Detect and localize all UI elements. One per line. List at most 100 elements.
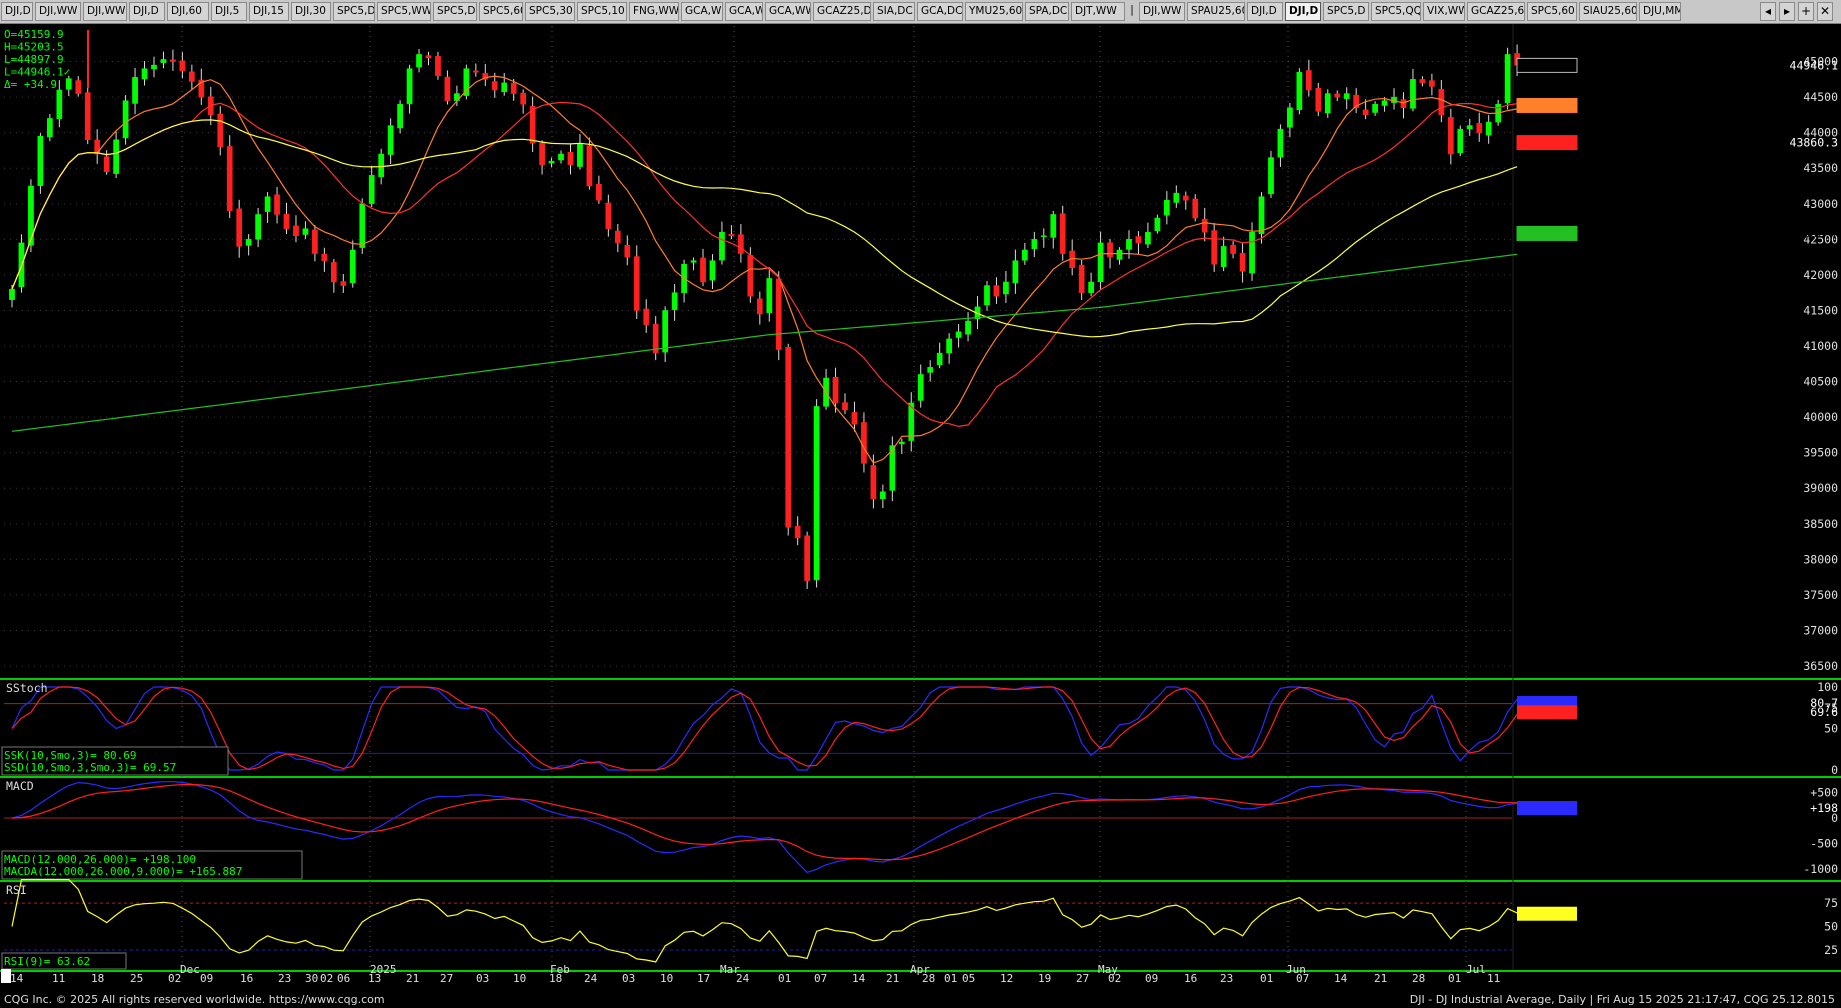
candle-up [1116,249,1123,260]
macd-tick-label: +500 [1810,786,1838,800]
candle-up [378,153,385,178]
price-tick-label: 41500 [1803,303,1838,317]
tab-dji-d-3[interactable]: DJI,D [129,2,165,21]
tab-dji-ww-25[interactable]: DJI,WW [1139,2,1185,21]
candle-up [1031,239,1038,250]
tab-siau25-60-34[interactable]: SIAU25,60 [1579,2,1637,21]
tab-spc5-d-29[interactable]: SPC5,D [1323,2,1369,21]
tab-spc5-60-33[interactable]: SPC5,60 [1527,2,1577,21]
tab-fng-ww-14[interactable]: FNG,WW [629,2,679,21]
candle-down [1230,244,1236,254]
month-label: Dec [180,963,200,976]
candle-up [1012,260,1019,284]
tab-dji-d-28[interactable]: DJI,D [1285,2,1321,21]
price-flag-2 [1516,135,1578,151]
candle-down [321,253,328,261]
tab-spc5-60-11[interactable]: SPC5,60 [479,2,523,21]
candle-down [226,146,233,212]
candle-down [1192,198,1199,219]
tab-sia-dc-19[interactable]: SIA,DC [873,2,915,21]
candle-up [577,143,583,167]
date-tick-label: 30 [305,972,318,985]
stoch-readout-line: SSD(10,Smo,3,Smo,3)= 69.57 [4,761,176,774]
candle-up [132,76,138,104]
tab-djt-ww-23[interactable]: DJT,WW [1071,2,1125,21]
tab-ymu25-60-21[interactable]: YMU25,60 [965,2,1023,21]
candle-down [1239,252,1246,272]
date-tick-label: 11 [52,972,65,985]
tab-dju-mm-35[interactable]: DJU,MM [1639,2,1681,21]
date-tick-label: 03 [622,972,635,985]
tab-dji-ww-2[interactable]: DJI,WW [83,2,127,21]
candle-up [302,228,309,235]
symbol-tab-bar: DJI,D DJI,WW DJI,WW DJI,D DJI,60 DJI,5 DJI,15 D… [0,0,1841,24]
tab-close-button[interactable]: ✕ [1817,2,1833,21]
tab-spc5-10-13[interactable]: SPC5,10 [577,2,627,21]
candle-down [539,142,545,165]
tab-dji-d-27[interactable]: DJI,D [1247,2,1283,21]
tab-spc5-qq-30[interactable]: SPC5,QQ [1371,2,1421,21]
candle-up [1457,128,1464,154]
tab-dji-5-5[interactable]: DJI,5 [211,2,247,21]
tab-dji-ww-1[interactable]: DJI,WW [35,2,81,21]
date-cursor-marker [1,969,11,983]
date-tick-label: 28 [1412,972,1425,985]
tab-spc5-ww-9[interactable]: SPC5,WW [377,2,431,21]
candle-up [463,68,470,96]
candle-up [47,118,53,138]
tab-add-button[interactable]: + [1798,2,1814,21]
price-tick-label: 39500 [1803,446,1838,460]
date-tick-label: 01 [1260,972,1273,985]
candle-up [1040,235,1047,238]
candle-up [719,231,725,261]
tab-gca-dc-20[interactable]: GCA,DC [917,2,963,21]
candle-down [596,183,602,201]
tab-spau25-60-26[interactable]: SPAU25,60 [1187,2,1245,21]
tab-gca-ww-17[interactable]: GCA,WW [765,2,811,21]
tab-prev-button[interactable]: ◂ [1760,2,1776,21]
tab-gcaz25-d-18[interactable]: GCAZ25,D [813,2,871,21]
tab-spa-dc-22[interactable]: SPA,DC [1025,2,1069,21]
tab-spc5-d-10[interactable]: SPC5,D [433,2,477,21]
price-flag-label: 42582.7 [1790,226,1839,240]
tab-dji-d-0[interactable]: DJI,D [1,2,33,21]
month-label: 2025 [370,963,397,976]
tab---24[interactable]: | [1127,2,1137,21]
candle-up [264,196,271,212]
candle-up [671,292,678,310]
tab-gcaz25-60-32[interactable]: GCAZ25,60 [1467,2,1525,21]
candle-up [255,214,261,240]
tab-spc5-d-8[interactable]: SPC5,D [333,2,375,21]
tab-gca-w-15[interactable]: GCA,W [681,2,723,21]
tab-spc5-30-12[interactable]: SPC5,30 [525,2,575,21]
month-label: Jul [1466,963,1486,976]
macd-flag-0 [1517,800,1577,815]
tab-dji-60-4[interactable]: DJI,60 [167,2,209,21]
candle-down [472,70,479,73]
tab-next-button[interactable]: ▸ [1779,2,1795,21]
price-flag-0 [1516,57,1578,73]
candle-up [965,320,971,335]
tab-gca-w-16[interactable]: GCA,W [725,2,763,21]
candle-down [794,525,801,539]
candle-up [690,260,697,263]
stoch-flag-label: 69.6 [1810,705,1838,719]
tab-vix-ww-31[interactable]: VIX,WW [1423,2,1465,21]
candle-up [37,135,44,186]
candle-up [766,278,773,313]
chart-info-text: DJI - DJ Industrial Average, Daily | Fri… [1409,993,1835,1006]
candle-down [1305,70,1312,91]
date-tick-label: 21 [1374,972,1387,985]
candle-down [520,92,527,105]
tab-dji-30-7[interactable]: DJI,30 [291,2,331,21]
candle-down [842,402,848,411]
candle-up [813,406,820,581]
stoch-tick-label: 100 [1817,680,1838,694]
candle-down [633,256,640,311]
date-tick-label: 11 [1487,972,1500,985]
candle-down [179,60,186,72]
candle-up [1268,157,1274,195]
tab-dji-15-6[interactable]: DJI,15 [249,2,289,21]
date-tick-label: 18 [91,972,104,985]
candle-down [1078,264,1085,293]
